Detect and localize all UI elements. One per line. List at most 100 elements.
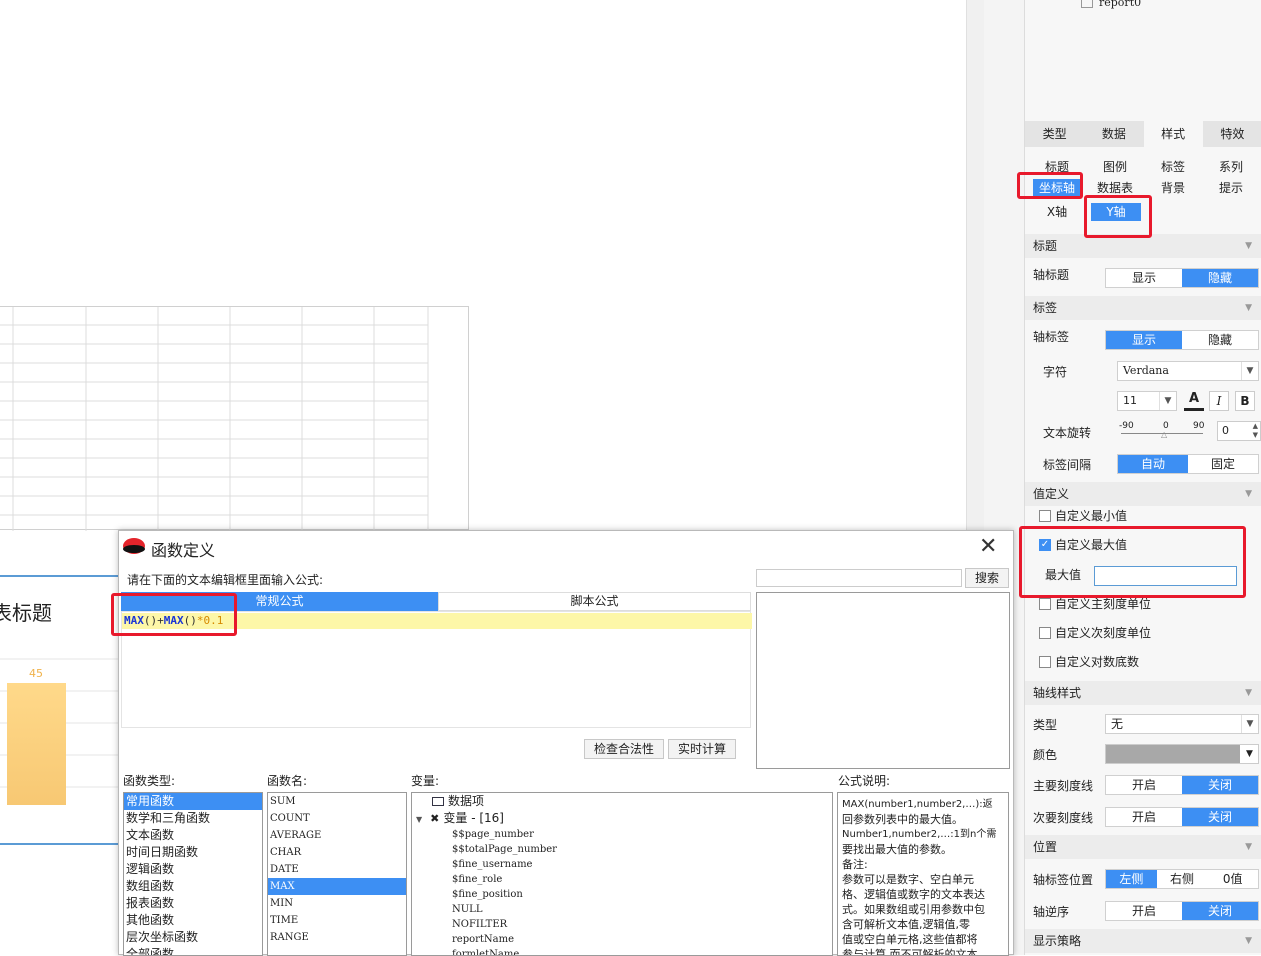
list-item[interactable]: $$page_number	[412, 827, 832, 842]
custom-major-checkbox[interactable]: 自定义主刻度单位	[1039, 596, 1151, 612]
list-item[interactable]: 常用函数	[124, 793, 262, 810]
label-pos-right[interactable]: 右侧	[1157, 870, 1208, 888]
list-item[interactable]: $$totalPage_number	[412, 842, 832, 857]
label-pos-left[interactable]: 左侧	[1106, 870, 1157, 888]
section-display-strategy[interactable]: 显示策略 ▼	[1025, 929, 1261, 953]
reverse-off[interactable]: 关闭	[1182, 902, 1258, 920]
chart-preview[interactable]: 表标题 45	[0, 575, 118, 845]
custom-max-checkbox[interactable]: ✓ 自定义最大值	[1039, 537, 1127, 553]
tree-item[interactable]: report0	[1081, 0, 1141, 9]
tab-data[interactable]: 数据	[1084, 121, 1143, 147]
tree-root[interactable]: 数据项	[412, 793, 832, 810]
tab-script-formula[interactable]: 脚本公式	[438, 592, 751, 611]
realtime-calc-button[interactable]: 实时计算	[668, 739, 736, 759]
font-color-button[interactable]: A	[1184, 391, 1204, 411]
minor-tick-label: 次要刻度线	[1033, 811, 1094, 825]
bold-button[interactable]: B	[1235, 391, 1255, 411]
canvas-scrollbar[interactable]	[966, 0, 984, 530]
spinner-icon[interactable]: ▲ ▼	[1253, 422, 1258, 440]
list-item[interactable]: NULL	[412, 902, 832, 917]
list-item[interactable]: 文本函数	[124, 827, 262, 844]
property-panel: report0 类型 数据 样式 特效 标题 图例 标签 系列 坐标轴 数据表 …	[1024, 0, 1261, 955]
max-value-input[interactable]	[1094, 566, 1237, 586]
list-item[interactable]: RANGE	[268, 929, 406, 946]
major-tick-on[interactable]: 开启	[1106, 776, 1182, 794]
list-item[interactable]: $fine_role	[412, 872, 832, 887]
list-item[interactable]: 时间日期函数	[124, 844, 262, 861]
interval-auto[interactable]: 自动	[1118, 455, 1188, 473]
axis-label-hide[interactable]: 隐藏	[1182, 331, 1258, 349]
major-tick-label: 主要刻度线	[1033, 779, 1094, 793]
list-item[interactable]: reportName	[412, 932, 832, 947]
list-item[interactable]: TIME	[268, 912, 406, 929]
custom-log-checkbox[interactable]: 自定义对数底数	[1039, 654, 1139, 670]
custom-min-checkbox[interactable]: 自定义最小值	[1039, 508, 1127, 524]
subtab-axis[interactable]: 坐标轴	[1033, 179, 1081, 197]
line-type-select[interactable]: 无 ▼	[1105, 714, 1259, 734]
list-item[interactable]: MIN	[268, 895, 406, 912]
tree-group[interactable]: ▼ ✖ 变量 - [16]	[412, 810, 832, 827]
tab-effects[interactable]: 特效	[1203, 121, 1261, 147]
label-pos-zero[interactable]: 0值	[1207, 870, 1258, 888]
list-item[interactable]: COUNT	[268, 810, 406, 827]
section-label[interactable]: 标签 ▼	[1025, 296, 1261, 320]
list-item[interactable]: NOFILTER	[412, 917, 832, 932]
major-tick-off[interactable]: 关闭	[1182, 776, 1258, 794]
subtab-legend[interactable]: 图例	[1091, 158, 1139, 176]
desc-line: 格、逻辑值或数字的文本表达	[842, 888, 985, 901]
list-item[interactable]: $fine_username	[412, 857, 832, 872]
list-item[interactable]: $fine_position	[412, 887, 832, 902]
report-grid[interactable]	[0, 306, 469, 531]
interval-fixed[interactable]: 固定	[1188, 455, 1258, 473]
section-axis-style[interactable]: 轴线样式 ▼	[1025, 681, 1261, 705]
search-button[interactable]: 搜索	[965, 568, 1009, 588]
tab-normal-formula[interactable]: 常规公式	[121, 592, 438, 611]
slider-thumb-icon[interactable]: △	[1161, 430, 1167, 439]
formula-editor[interactable]: MAX()+MAX()*0.1	[121, 611, 752, 728]
list-item[interactable]: 逻辑函数	[124, 861, 262, 878]
list-item[interactable]: 其他函数	[124, 912, 262, 929]
close-icon[interactable]: ✕	[979, 535, 997, 559]
search-input[interactable]	[756, 569, 962, 587]
list-item[interactable]: 数组函数	[124, 878, 262, 895]
list-item[interactable]: 层次坐标函数	[124, 929, 262, 946]
list-item[interactable]: MAX	[268, 878, 406, 895]
subtab-title[interactable]: 标题	[1033, 158, 1081, 176]
subtab-label[interactable]: 标签	[1149, 158, 1197, 176]
section-position[interactable]: 位置 ▼	[1025, 835, 1261, 859]
list-item[interactable]: AVERAGE	[268, 827, 406, 844]
list-item[interactable]: SUM	[268, 793, 406, 810]
axis-title-show[interactable]: 显示	[1106, 269, 1182, 287]
subtab-datasheet[interactable]: 数据表	[1091, 179, 1139, 197]
reverse-on[interactable]: 开启	[1106, 902, 1182, 920]
custom-minor-checkbox[interactable]: 自定义次刻度单位	[1039, 625, 1151, 641]
subtab-series[interactable]: 系列	[1207, 158, 1255, 176]
search-results[interactable]	[756, 592, 1010, 769]
font-size-select[interactable]: 11 ▼	[1117, 391, 1177, 411]
list-item[interactable]: DATE	[268, 861, 406, 878]
axis-title-hide[interactable]: 隐藏	[1182, 269, 1258, 287]
check-validity-button[interactable]: 检查合法性	[584, 739, 664, 759]
axis-title-toggle: 显示 隐藏	[1105, 268, 1259, 288]
line-color-picker[interactable]: ▼	[1105, 744, 1259, 764]
rotation-input[interactable]: 0 ▲ ▼	[1217, 421, 1261, 441]
func-type-list: 常用函数 数学和三角函数 文本函数 时间日期函数 逻辑函数 数组函数 报表函数 …	[123, 792, 263, 956]
minor-tick-off[interactable]: 关闭	[1182, 808, 1258, 826]
list-item[interactable]: 报表函数	[124, 895, 262, 912]
desc-line: Number1,number2,…:1到n个需	[842, 829, 997, 840]
formula-text: MAX()+MAX()*0.1	[124, 614, 223, 628]
italic-button[interactable]: I	[1209, 391, 1229, 411]
subtab-background[interactable]: 背景	[1149, 179, 1197, 197]
subtab-tooltip[interactable]: 提示	[1207, 179, 1255, 197]
tab-type[interactable]: 类型	[1025, 121, 1084, 147]
list-item[interactable]: CHAR	[268, 844, 406, 861]
tab-style[interactable]: 样式	[1143, 121, 1203, 147]
minor-tick-on[interactable]: 开启	[1106, 808, 1182, 826]
list-item[interactable]: 数学和三角函数	[124, 810, 262, 827]
font-family-select[interactable]: Verdana ▼	[1117, 361, 1259, 381]
section-value-def[interactable]: 值定义 ▼	[1025, 482, 1261, 506]
axis-tab-y[interactable]: Y轴	[1091, 203, 1141, 221]
section-title[interactable]: 标题 ▼	[1025, 234, 1261, 258]
axis-tab-x[interactable]: X轴	[1033, 203, 1081, 221]
axis-label-show[interactable]: 显示	[1106, 331, 1182, 349]
